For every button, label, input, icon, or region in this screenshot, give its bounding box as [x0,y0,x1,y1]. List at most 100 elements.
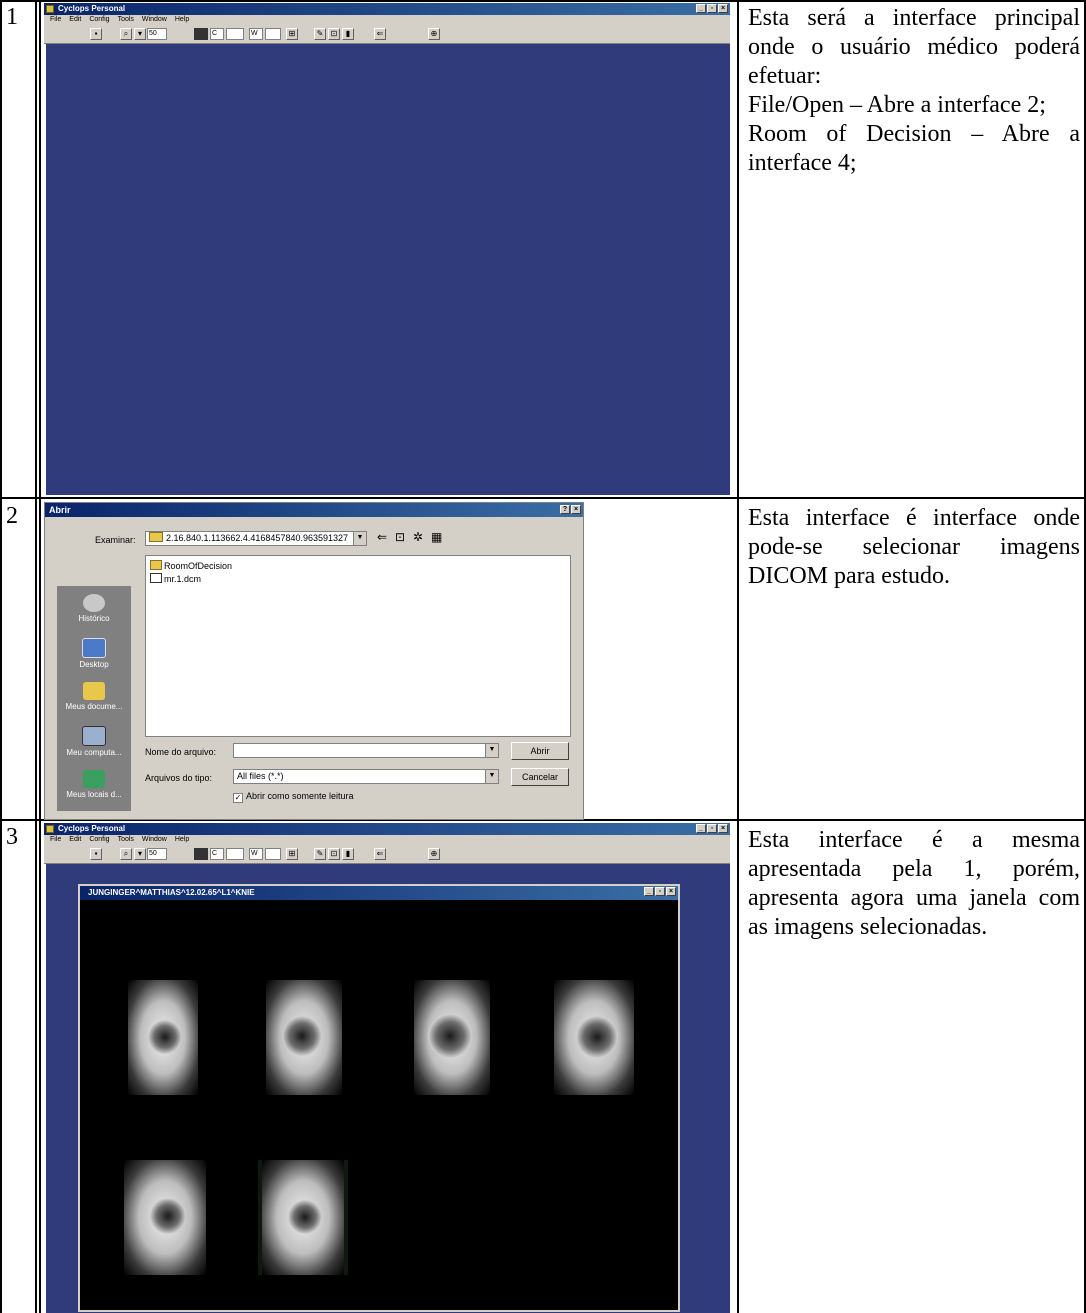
back-arrow-icon[interactable]: ⇐ [377,530,387,544]
menu-bar: File Edit Config Tools Window Help [44,835,730,845]
place-my-computer[interactable]: Meu computa... [57,726,131,757]
contrast-field[interactable]: C [210,28,224,40]
width-field[interactable]: W [249,28,263,40]
close-icon[interactable]: × [718,824,728,833]
maximize-icon[interactable]: ▫ [707,4,717,13]
filename-input[interactable]: ▼ [233,743,499,758]
measure-icon[interactable]: ⊡ [328,848,340,860]
mri-image-6[interactable] [258,1160,348,1275]
minimize-icon[interactable]: _ [696,824,706,833]
zoom-field[interactable]: 50 [147,848,167,860]
row-description: Esta interface é a mesma apresentada pel… [748,826,1080,942]
open-button[interactable]: Abrir [511,742,569,760]
list-item[interactable]: RoomOfDecision [150,560,232,571]
filetype-select[interactable]: All files (*.*) ▼ [233,769,499,784]
help-icon[interactable]: ? [560,505,570,514]
mri-image-4[interactable] [550,980,640,1095]
up-folder-icon[interactable]: ⊡ [395,530,405,544]
zoom-icon[interactable]: ⌕ [120,28,132,40]
contrast-swatch-icon[interactable] [194,848,208,860]
menu-file[interactable]: File [50,15,61,25]
desktop-icon [82,638,106,658]
app-icon [46,5,54,13]
document-table: 1 Esta será a interface principal onde o… [0,0,1086,1313]
zoom-dropdown-icon[interactable]: ▾ [134,28,146,40]
chevron-down-icon[interactable]: ▼ [485,744,498,757]
new-folder-icon[interactable]: ✲ [413,530,423,544]
file-name: RoomOfDecision [164,561,233,571]
menu-edit[interactable]: Edit [69,835,81,845]
row-divider-1 [0,497,1086,499]
film-icon[interactable]: ▮ [342,28,354,40]
place-history[interactable]: Histórico [57,594,131,623]
mri-image-1[interactable] [120,980,210,1095]
chevron-down-icon[interactable]: ▼ [353,532,366,545]
close-icon[interactable]: × [666,887,676,896]
menu-help[interactable]: Help [175,15,189,25]
minimize-icon[interactable]: _ [644,887,654,896]
menu-tools[interactable]: Tools [118,15,134,25]
mri-image-2[interactable] [260,980,350,1095]
network-icon[interactable]: ⊕ [428,848,440,860]
menu-window[interactable]: Window [142,835,167,845]
contrast-input[interactable] [226,848,244,860]
grid-layout-icon[interactable]: ⊞ [286,28,298,40]
pencil-icon[interactable]: ✎ [314,28,326,40]
back-arrow-icon[interactable]: ⇐ [374,28,386,40]
menu-tools[interactable]: Tools [118,835,134,845]
save-icon[interactable]: ▪ [90,848,102,860]
width-field[interactable]: W [249,848,263,860]
mri-joint [148,1020,182,1054]
menu-help[interactable]: Help [175,835,189,845]
dicom-file-icon [150,573,162,583]
contrast-input[interactable] [226,28,244,40]
view-menu-icon[interactable]: ▦ [431,530,442,544]
contrast-swatch-icon[interactable] [194,28,208,40]
folder-icon [149,532,163,542]
zoom-field[interactable]: 50 [147,28,167,40]
place-desktop[interactable]: Desktop [57,638,131,669]
back-arrow-icon[interactable]: ⇐ [374,848,386,860]
readonly-checkbox[interactable]: ✓ [233,793,243,803]
list-item[interactable]: mr.1.dcm [150,573,201,584]
menu-config[interactable]: Config [89,835,109,845]
look-in-label: Examinar: [95,535,136,545]
zoom-icon[interactable]: ⌕ [120,848,132,860]
pencil-icon[interactable]: ✎ [314,848,326,860]
film-icon[interactable]: ▮ [342,848,354,860]
contrast-field[interactable]: C [210,848,224,860]
cancel-button[interactable]: Cancelar [511,768,569,786]
place-network[interactable]: Meus locais d... [57,770,131,799]
minimize-icon[interactable]: _ [696,4,706,13]
close-icon[interactable]: × [718,4,728,13]
place-label: Meus locais d... [66,790,122,799]
history-icon [83,594,105,612]
dialog-title: Abrir [49,505,71,515]
maximize-icon[interactable]: ▫ [707,824,717,833]
mri-image-5[interactable] [120,1160,210,1275]
maximize-icon[interactable]: ▫ [655,887,665,896]
look-in-combo[interactable]: 2.16.840.1.113662.4.4168457840.963591327… [145,531,367,546]
network-icon[interactable]: ⊕ [428,28,440,40]
chevron-down-icon[interactable]: ▼ [485,770,498,783]
grid-layout-icon[interactable]: ⊞ [286,848,298,860]
close-icon[interactable]: × [571,505,581,514]
menu-edit[interactable]: Edit [69,15,81,25]
width-input[interactable] [265,848,281,860]
width-input[interactable] [265,28,281,40]
measure-icon[interactable]: ⊡ [328,28,340,40]
app-icon [46,825,54,833]
readonly-option[interactable]: ✓ Abrir como somente leitura [233,791,354,803]
mri-image-3[interactable] [408,980,498,1095]
save-icon[interactable]: ▪ [90,28,102,40]
app-title: Cyclops Personal [58,824,126,833]
place-my-documents[interactable]: Meus docume... [57,682,131,711]
menu-config[interactable]: Config [89,15,109,25]
places-bar: Histórico Desktop Meus docume... Meu com… [57,586,131,811]
zoom-dropdown-icon[interactable]: ▾ [134,848,146,860]
dialog-controls: ? × [560,505,581,514]
viewer-title-bar: JUNGINGER^MATTHIAS^12.02.65^L1^KNIE _ ▫ … [80,886,678,900]
menu-file[interactable]: File [50,835,61,845]
menu-window[interactable]: Window [142,15,167,25]
file-name: mr.1.dcm [164,574,202,584]
